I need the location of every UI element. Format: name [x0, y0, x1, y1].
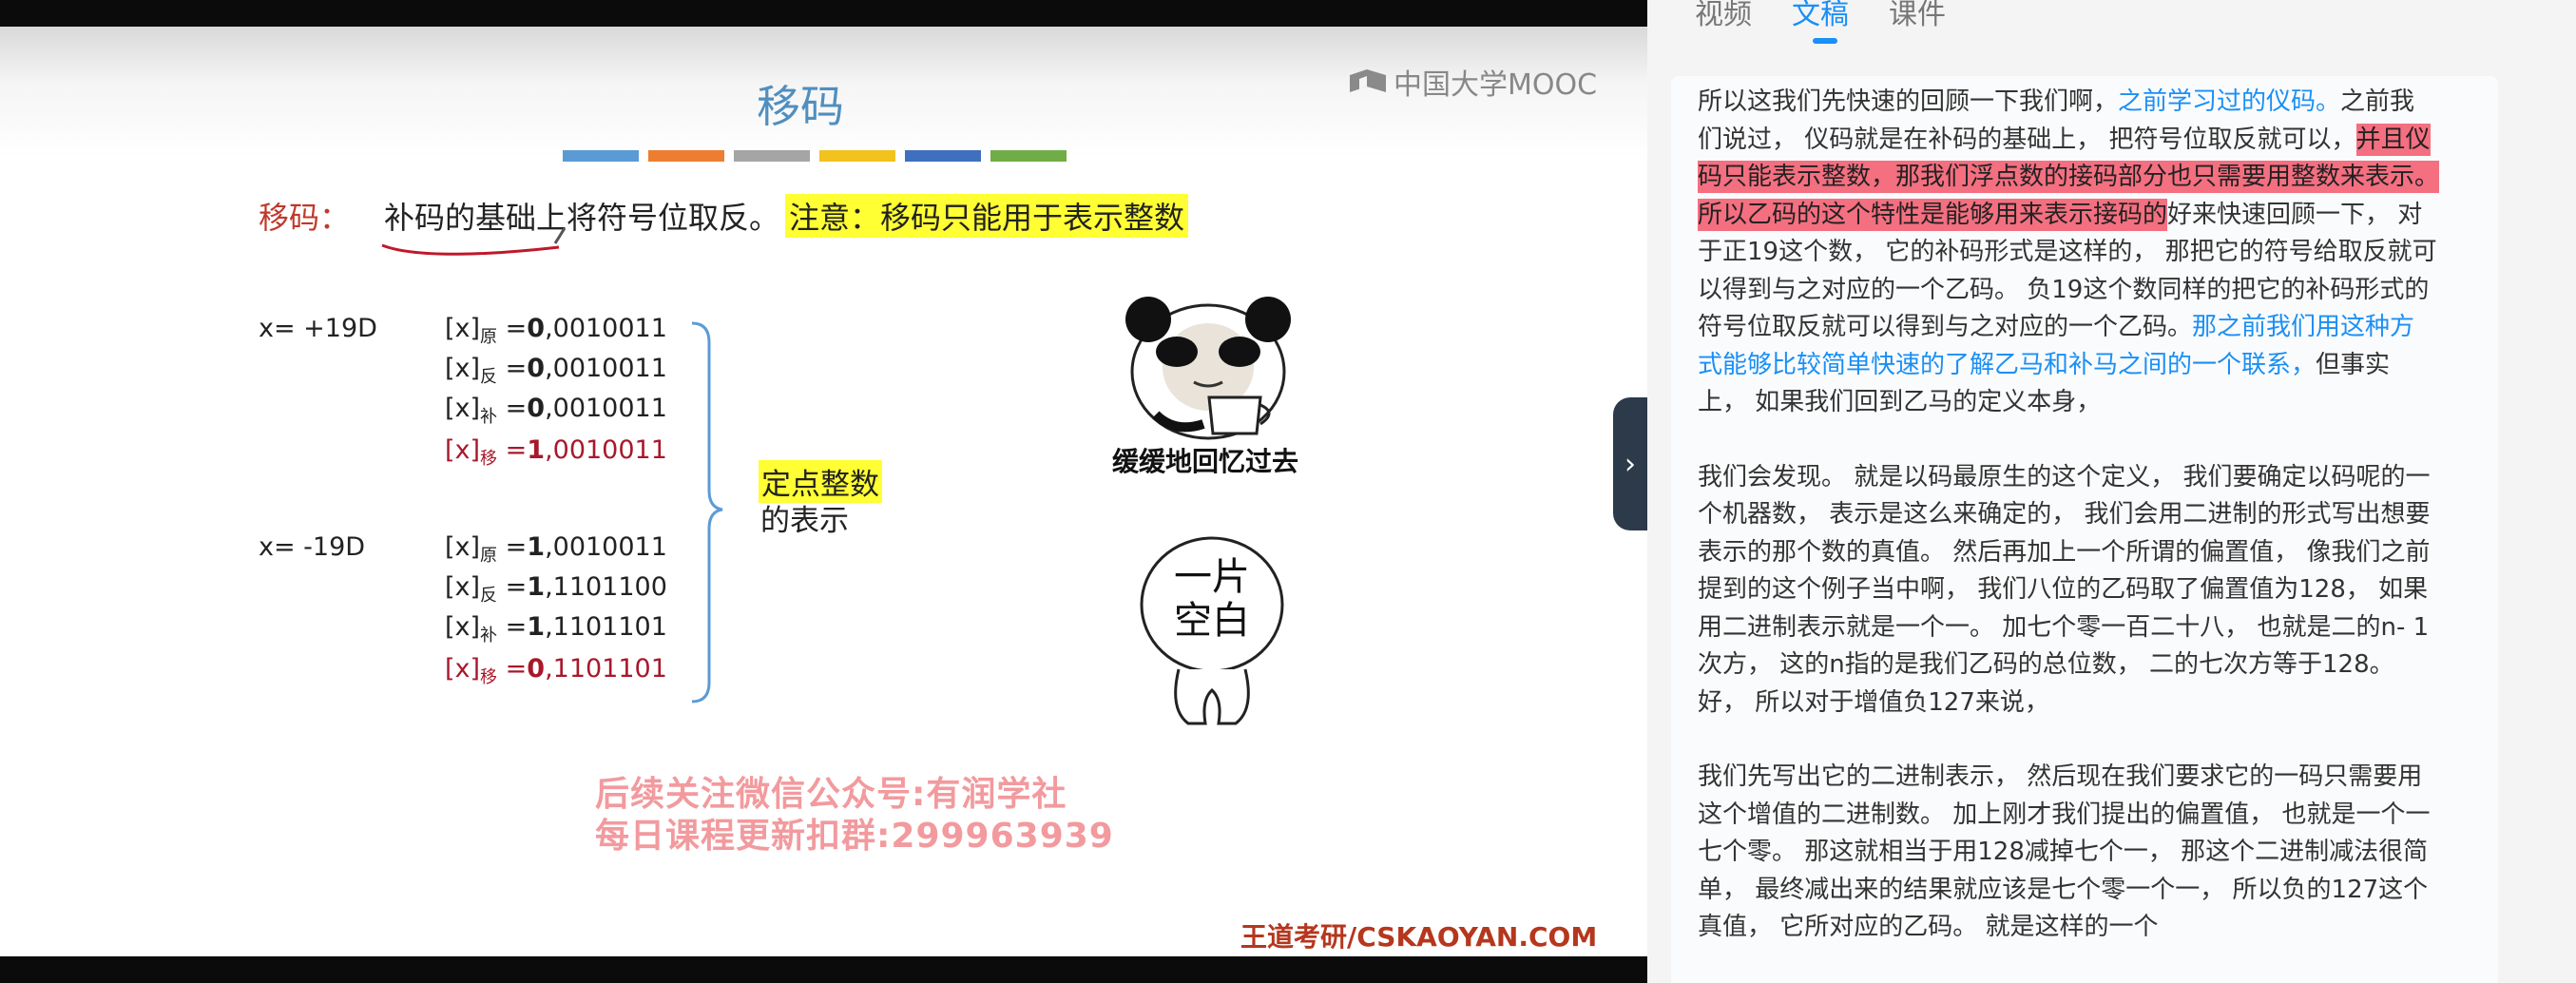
panda-meme-icon — [1125, 297, 1291, 440]
code-prefix: [x] — [445, 314, 481, 343]
video-top-bar — [0, 0, 1647, 27]
definition-note: 注意：移码只能用于表示整数 — [785, 194, 1189, 238]
code-value-bits: ,1101101 — [545, 654, 667, 684]
code-row: [x]移 =0,1101101 — [445, 654, 667, 687]
transcript-paragraph-3: 我们先写出它的二进制表示， 然后现在我们要求它的一码只需要用这个增值的二进制数。… — [1698, 762, 2431, 941]
transcript-text: 所以这我们先快速的回顾一下我们啊， — [1698, 87, 2119, 116]
code-value-bits: ,0010011 — [545, 435, 667, 465]
transcript-panel: 视频 文稿 课件 所以这我们先快速的回顾一下我们啊，之前学习过的仪码。之前我们说… — [1647, 0, 2576, 983]
transcript-document[interactable]: 所以这我们先快速的回顾一下我们啊，之前学习过的仪码。之前我们说过， 仪码就是在补… — [1671, 76, 2498, 983]
right-brace — [691, 321, 723, 704]
code-equals: = — [497, 394, 528, 423]
code-value-bits: ,0010011 — [545, 314, 667, 343]
mooc-logo: 中国大学MOOC — [1348, 63, 1598, 102]
slide-footer-brand: 王道考研/CSKAOYAN.COM — [1240, 921, 1598, 953]
code-prefix: [x] — [445, 532, 481, 562]
handwritten-underline — [381, 227, 567, 256]
code-equals: = — [497, 612, 528, 642]
code-value-bits: ,1101101 — [545, 612, 667, 642]
code-value-bits: ,1101100 — [545, 572, 667, 602]
code-subscript: 原 — [480, 327, 498, 347]
definition-label: 移码： — [259, 200, 351, 236]
code-value-bits: ,0010011 — [545, 532, 667, 562]
chevron-right-icon: › — [1624, 447, 1636, 481]
example-2-label: x= -19D — [259, 532, 366, 562]
code-prefix: [x] — [445, 354, 481, 383]
code-prefix: [x] — [445, 394, 481, 423]
color-strip — [563, 150, 1067, 162]
color-strip-segment — [905, 150, 981, 162]
color-strip-segment — [990, 150, 1067, 162]
tab-transcript[interactable]: 文稿 — [1792, 0, 1849, 44]
color-strip-segment — [563, 150, 639, 162]
code-subscript: 补 — [480, 626, 498, 646]
code-row: [x]补 =0,0010011 — [445, 394, 667, 427]
code-equals: = — [497, 354, 528, 383]
code-equals: = — [497, 314, 528, 343]
code-sign-bit: 1 — [527, 532, 546, 562]
code-value-bits: ,0010011 — [545, 354, 667, 383]
slide-title: 移码 — [757, 81, 844, 132]
blank-face-meme-icon: 一片 空白 — [1131, 529, 1293, 728]
code-sign-bit: 0 — [527, 314, 546, 343]
code-row: [x]原 =1,0010011 — [445, 532, 667, 566]
tab-courseware[interactable]: 课件 — [1889, 0, 1946, 42]
watermark-line-2: 每日课程更新扣群:299963939 — [595, 817, 1114, 856]
code-prefix: [x] — [445, 572, 481, 602]
video-player[interactable]: 移码 中国大学MOOC 移码： 补码的基础上将符号位取反。 注意：移码只能用于表… — [0, 0, 1647, 983]
code-equals: = — [497, 654, 528, 684]
code-sign-bit: 1 — [527, 435, 546, 465]
code-prefix: [x] — [445, 654, 481, 684]
transcript-paragraph-2: 我们会发现。 就是以码最原生的这个定义， 我们要确定以码呢的一个机器数， 表示是… — [1698, 462, 2431, 717]
code-value-bits: ,0010011 — [545, 394, 667, 423]
code-subscript: 补 — [480, 407, 498, 427]
lecture-slide: 移码 中国大学MOOC 移码： 补码的基础上将符号位取反。 注意：移码只能用于表… — [0, 27, 1647, 956]
color-strip-segment — [734, 150, 810, 162]
code-row: [x]反 =1,1101100 — [445, 572, 667, 606]
blank-text-line-2: 空白 — [1174, 599, 1250, 643]
code-subscript: 反 — [480, 586, 498, 606]
code-sign-bit: 0 — [527, 654, 546, 684]
code-sign-bit: 1 — [527, 572, 546, 602]
transcript-paragraph-1: 所以这我们先快速的回顾一下我们啊，之前学习过的仪码。之前我们说过， 仪码就是在补… — [1698, 84, 2440, 422]
code-subscript: 移 — [480, 449, 498, 469]
code-subscript: 移 — [480, 667, 498, 687]
code-row: [x]原 =0,0010011 — [445, 314, 667, 347]
collapse-panel-button[interactable]: › — [1613, 397, 1647, 530]
tab-video[interactable]: 视频 — [1695, 0, 1752, 42]
mooc-logo-icon — [1350, 69, 1386, 92]
code-prefix: [x] — [445, 435, 481, 465]
code-sign-bit: 0 — [527, 354, 546, 383]
example-1-label: x= +19D — [259, 314, 377, 343]
code-subscript: 反 — [480, 367, 498, 387]
color-strip-segment — [648, 150, 724, 162]
color-strip-segment — [819, 150, 895, 162]
code-row: [x]移 =1,0010011 — [445, 435, 667, 469]
fixed-integer-caption: 的表示 — [760, 504, 849, 538]
video-bottom-bar — [0, 956, 1647, 983]
blank-text-line-1: 一片 — [1174, 555, 1250, 599]
code-subscript: 原 — [480, 546, 498, 566]
panel-tabs: 视频 文稿 课件 — [1695, 0, 1946, 44]
code-equals: = — [497, 572, 528, 602]
code-equals: = — [497, 532, 528, 562]
mooc-logo-text: 中国大学MOOC — [1394, 68, 1598, 102]
transcript-link-active[interactable]: 之前学习过的仪码。 — [2118, 87, 2340, 116]
meme-caption: 缓缓地回忆过去 — [1112, 446, 1299, 477]
code-equals: = — [497, 435, 528, 465]
code-prefix: [x] — [445, 612, 481, 642]
code-row: [x]补 =1,1101101 — [445, 612, 667, 646]
code-sign-bit: 1 — [527, 612, 546, 642]
code-sign-bit: 0 — [527, 394, 546, 423]
code-row: [x]反 =0,0010011 — [445, 354, 667, 387]
